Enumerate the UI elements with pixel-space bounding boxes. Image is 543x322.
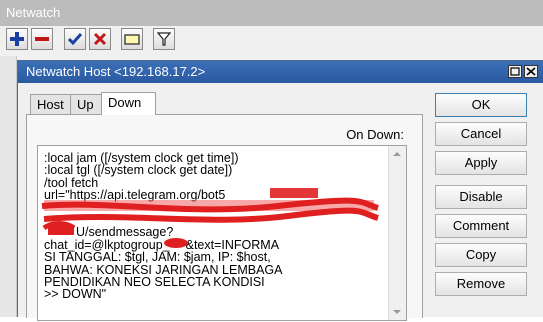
dialog-title: Netwatch Host <192.168.17.2> xyxy=(18,61,543,83)
remove-icon xyxy=(35,37,49,41)
close-button[interactable] xyxy=(524,65,538,78)
comment-icon xyxy=(124,34,140,45)
apply-button[interactable]: Apply xyxy=(435,151,527,175)
disable-host-button[interactable]: Disable xyxy=(435,185,527,209)
tab-up[interactable]: Up xyxy=(70,94,102,114)
maximize-button[interactable] xyxy=(508,65,522,78)
on-down-label: On Down: xyxy=(346,127,404,142)
on-down-script-textarea[interactable]: :local jam ([/system clock get time]) :l… xyxy=(37,145,407,321)
redaction-mark xyxy=(48,226,74,235)
maximize-icon xyxy=(510,67,520,76)
copy-button[interactable]: Copy xyxy=(435,243,527,267)
comment-host-button[interactable]: Comment xyxy=(435,214,527,238)
ok-button[interactable]: OK xyxy=(435,93,527,117)
redaction-marks xyxy=(41,188,379,248)
comment-button[interactable] xyxy=(121,28,143,50)
netwatch-window-title: Netwatch xyxy=(0,0,543,26)
add-icon xyxy=(10,32,24,46)
filter-icon xyxy=(157,32,171,46)
scroll-down-arrow-icon[interactable] xyxy=(393,310,401,314)
filter-button[interactable] xyxy=(153,28,175,50)
netwatch-host-dialog: Netwatch Host <192.168.17.2> Host Up Dow… xyxy=(17,60,543,321)
enable-button[interactable] xyxy=(64,28,86,50)
netwatch-list-edge xyxy=(0,56,17,317)
disable-button[interactable] xyxy=(89,28,111,50)
cancel-button[interactable]: Cancel xyxy=(435,122,527,146)
check-icon xyxy=(68,33,82,46)
remove-host-button[interactable]: Remove xyxy=(435,272,527,296)
x-icon xyxy=(93,32,107,46)
redaction-mark xyxy=(270,188,318,198)
script-scrollbar[interactable] xyxy=(388,146,406,320)
redaction-mark xyxy=(164,238,188,248)
tab-down[interactable]: Down xyxy=(101,92,156,115)
down-tab-panel: On Down: :local jam ([/system clock get … xyxy=(26,114,423,321)
remove-button[interactable] xyxy=(31,28,53,50)
tab-host[interactable]: Host xyxy=(30,94,71,114)
toolbar xyxy=(0,28,543,54)
close-icon xyxy=(526,67,536,76)
scroll-up-arrow-icon[interactable] xyxy=(393,152,401,156)
add-button[interactable] xyxy=(6,28,28,50)
